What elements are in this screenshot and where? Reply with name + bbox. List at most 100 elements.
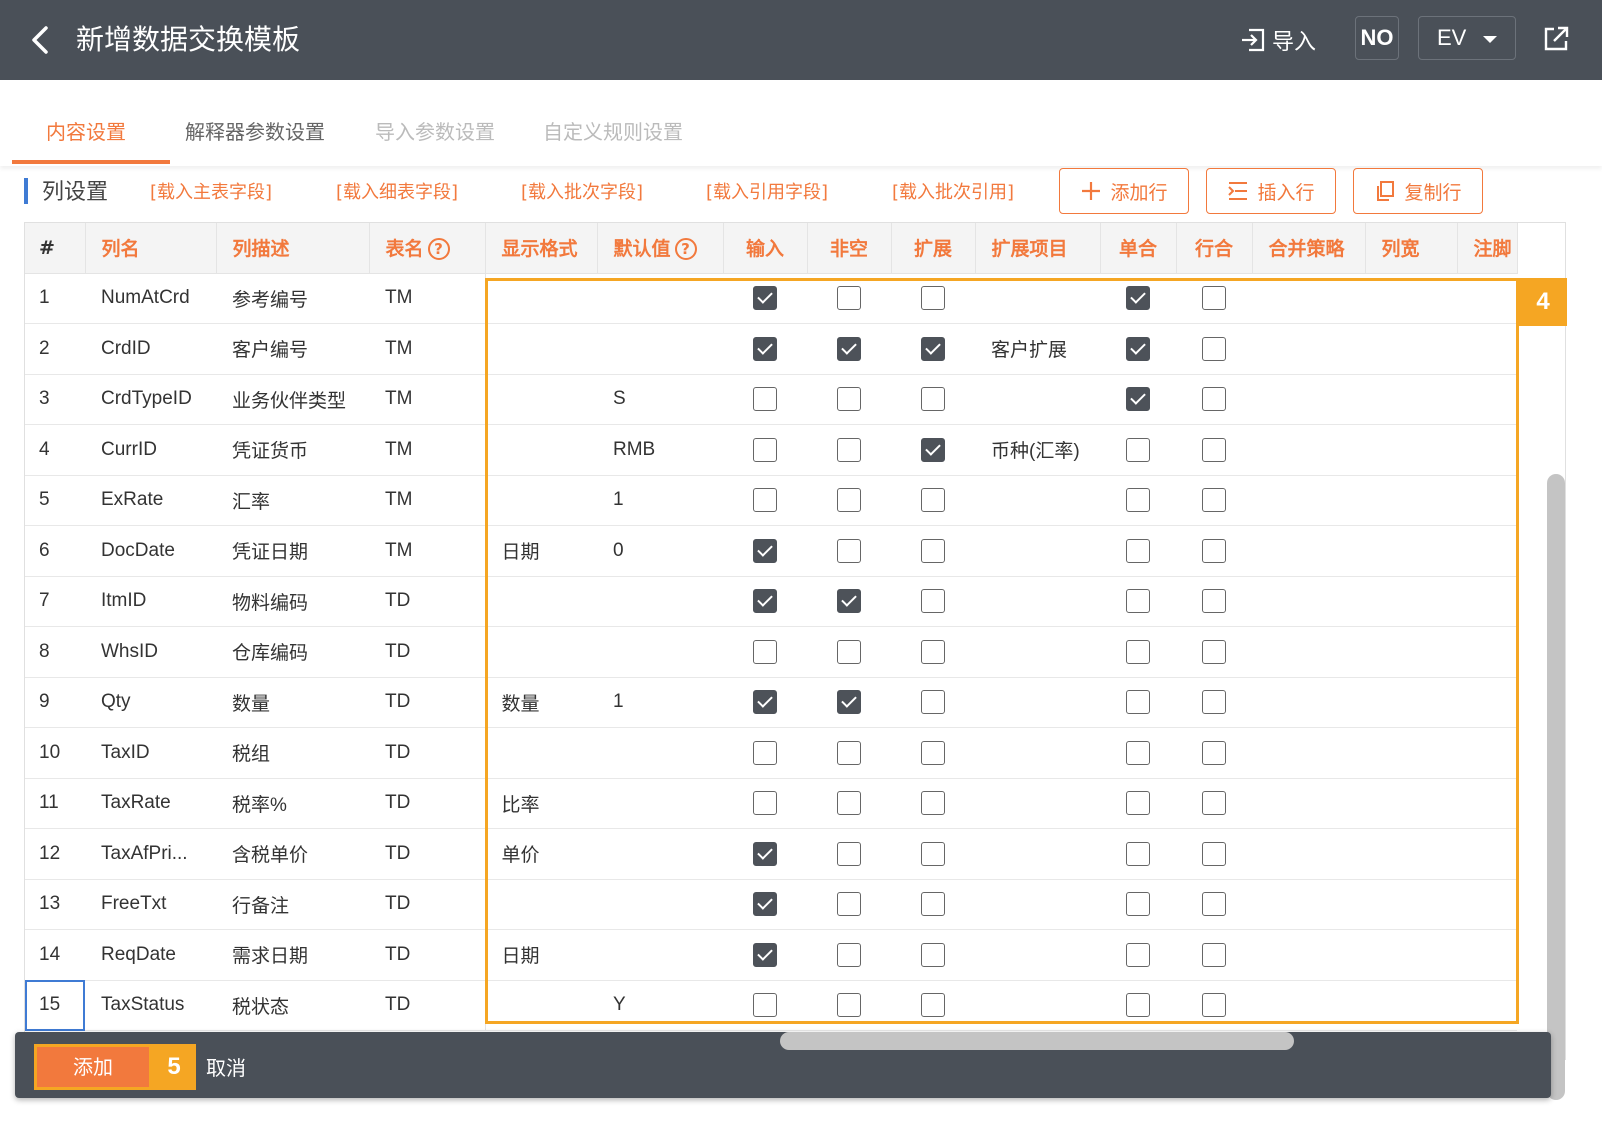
table-row[interactable]: 6 DocDate 凭证日期 TM 日期 0 (25, 525, 1517, 577)
table-row[interactable]: 11 TaxRate 税率% TD 比率 (25, 778, 1517, 829)
table-row[interactable]: 12 TaxAfPri... 含税单价 TD 单价 (25, 828, 1517, 880)
extend-checkbox[interactable] (921, 437, 945, 462)
table-row[interactable]: 3 CrdTypeID 业务伙伴类型 TM S (25, 374, 1517, 425)
input-checkbox[interactable] (753, 488, 777, 513)
copy-row-button[interactable]: 复制行 (1353, 168, 1483, 214)
number-button[interactable]: NO (1355, 16, 1399, 60)
input-checkbox[interactable] (753, 336, 777, 361)
extend-checkbox[interactable] (921, 488, 945, 513)
tab-import-settings[interactable]: 导入参数设置 (375, 116, 495, 145)
extend-checkbox[interactable] (921, 791, 945, 816)
row-merge-checkbox[interactable] (1202, 841, 1226, 866)
notnull-checkbox[interactable] (837, 740, 861, 765)
input-checkbox[interactable] (753, 286, 777, 311)
row-merge-checkbox[interactable] (1202, 690, 1226, 715)
input-checkbox[interactable] (753, 841, 777, 866)
vertical-scrollbar[interactable] (1547, 474, 1565, 1100)
extend-checkbox[interactable] (921, 336, 945, 361)
single-merge-checkbox[interactable] (1126, 942, 1150, 967)
load-batch-ref-link[interactable]: [载入批次引用] (892, 178, 1014, 204)
tab-custom-rules[interactable]: 自定义规则设置 (543, 116, 683, 145)
table-row[interactable]: 7 ItmID 物料编码 TD (25, 576, 1517, 627)
table-row[interactable]: 1 NumAtCrd 参考编号 TM (25, 273, 1517, 324)
single-merge-checkbox[interactable] (1126, 336, 1150, 361)
extend-checkbox[interactable] (921, 841, 945, 866)
row-merge-checkbox[interactable] (1202, 387, 1226, 412)
single-merge-checkbox[interactable] (1126, 892, 1150, 917)
extend-checkbox[interactable] (921, 387, 945, 412)
extend-checkbox[interactable] (921, 993, 945, 1018)
input-checkbox[interactable] (753, 589, 777, 614)
table-row[interactable]: 14 ReqDate 需求日期 TD 日期 (25, 929, 1517, 981)
notnull-checkbox[interactable] (837, 336, 861, 361)
notnull-checkbox[interactable] (837, 286, 861, 311)
single-merge-checkbox[interactable] (1126, 993, 1150, 1018)
extend-checkbox[interactable] (921, 589, 945, 614)
notnull-checkbox[interactable] (837, 892, 861, 917)
extend-checkbox[interactable] (921, 690, 945, 715)
add-button[interactable]: 添加 (34, 1044, 152, 1090)
row-merge-checkbox[interactable] (1202, 286, 1226, 311)
row-merge-checkbox[interactable] (1202, 892, 1226, 917)
notnull-checkbox[interactable] (837, 942, 861, 967)
row-merge-checkbox[interactable] (1202, 538, 1226, 563)
extend-checkbox[interactable] (921, 942, 945, 967)
notnull-checkbox[interactable] (837, 690, 861, 715)
import-button[interactable]: 导入 (1240, 20, 1316, 60)
row-merge-checkbox[interactable] (1202, 639, 1226, 664)
table-row[interactable]: 13 FreeTxt 行备注 TD (25, 879, 1517, 930)
input-checkbox[interactable] (753, 791, 777, 816)
row-merge-checkbox[interactable] (1202, 942, 1226, 967)
notnull-checkbox[interactable] (837, 841, 861, 866)
table-row[interactable]: 4 CurrID 凭证货币 TM RMB 币种(汇率) (25, 424, 1517, 476)
notnull-checkbox[interactable] (837, 791, 861, 816)
single-merge-checkbox[interactable] (1126, 488, 1150, 513)
back-arrow-icon[interactable] (26, 22, 56, 58)
input-checkbox[interactable] (753, 892, 777, 917)
table-row[interactable]: 8 WhsID 仓库编码 TD (25, 626, 1517, 678)
notnull-checkbox[interactable] (837, 488, 861, 513)
load-detail-fields-link[interactable]: [载入细表字段] (336, 178, 458, 204)
input-checkbox[interactable] (753, 942, 777, 967)
single-merge-checkbox[interactable] (1126, 740, 1150, 765)
notnull-checkbox[interactable] (837, 387, 861, 412)
input-checkbox[interactable] (753, 690, 777, 715)
insert-row-button[interactable]: 插入行 (1206, 168, 1336, 214)
load-batch-fields-link[interactable]: [载入批次字段] (521, 178, 643, 204)
row-merge-checkbox[interactable] (1202, 488, 1226, 513)
row-merge-checkbox[interactable] (1202, 993, 1226, 1018)
row-merge-checkbox[interactable] (1202, 740, 1226, 765)
input-checkbox[interactable] (753, 538, 777, 563)
notnull-checkbox[interactable] (837, 437, 861, 462)
single-merge-checkbox[interactable] (1126, 589, 1150, 614)
input-checkbox[interactable] (753, 740, 777, 765)
single-merge-checkbox[interactable] (1126, 286, 1150, 311)
single-merge-checkbox[interactable] (1126, 437, 1150, 462)
table-row[interactable]: 15 TaxStatus 税状态 TD Y (25, 980, 1517, 1031)
single-merge-checkbox[interactable] (1126, 538, 1150, 563)
add-row-button[interactable]: 添加行 (1059, 168, 1189, 214)
extend-checkbox[interactable] (921, 538, 945, 563)
table-row[interactable]: 5 ExRate 汇率 TM 1 (25, 475, 1517, 526)
row-merge-checkbox[interactable] (1202, 437, 1226, 462)
tab-content-settings[interactable]: 内容设置 (46, 116, 126, 145)
input-checkbox[interactable] (753, 387, 777, 412)
row-merge-checkbox[interactable] (1202, 589, 1226, 614)
extend-checkbox[interactable] (921, 639, 945, 664)
notnull-checkbox[interactable] (837, 993, 861, 1018)
load-ref-fields-link[interactable]: [载入引用字段] (706, 178, 828, 204)
notnull-checkbox[interactable] (837, 538, 861, 563)
extend-checkbox[interactable] (921, 892, 945, 917)
table-row[interactable]: 9 Qty 数量 TD 数量 1 (25, 677, 1517, 728)
table-row[interactable]: 10 TaxID 税组 TD (25, 727, 1517, 779)
table-row[interactable]: 2 CrdID 客户编号 TM 客户扩展 (25, 323, 1517, 375)
ev-dropdown[interactable]: EV (1418, 16, 1516, 60)
share-icon[interactable] (1541, 24, 1571, 54)
notnull-checkbox[interactable] (837, 589, 861, 614)
input-checkbox[interactable] (753, 993, 777, 1018)
single-merge-checkbox[interactable] (1126, 387, 1150, 412)
row-merge-checkbox[interactable] (1202, 791, 1226, 816)
tab-interpreter-settings[interactable]: 解释器参数设置 (185, 116, 325, 145)
help-icon[interactable]: ? (674, 238, 697, 261)
cancel-button[interactable]: 取消 (206, 1052, 246, 1081)
